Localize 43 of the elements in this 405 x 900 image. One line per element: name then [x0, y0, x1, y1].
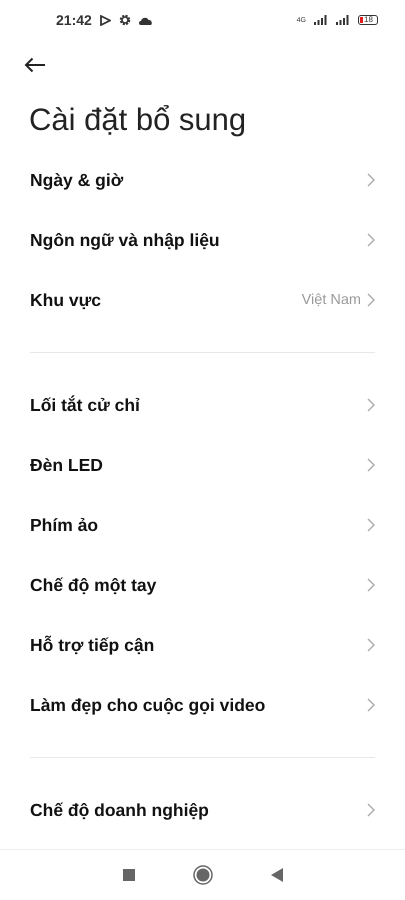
chevron-right-icon — [367, 398, 375, 412]
settings-row[interactable]: Chế độ doanh nghiệp — [0, 780, 405, 840]
page-title: Cài đặt bổ sung — [29, 101, 248, 139]
settings-label: Làm đẹp cho cuộc gọi video — [30, 694, 266, 716]
settings-value: Việt Nam — [302, 292, 361, 308]
play-icon — [100, 14, 111, 26]
settings-row[interactable]: Lối tắt cử chỉ — [0, 375, 405, 435]
back-icon[interactable] — [270, 868, 282, 882]
cloud-icon — [138, 16, 153, 24]
recents-icon[interactable] — [122, 869, 134, 881]
signal-icon — [336, 15, 350, 25]
settings-label: Phím ảo — [30, 514, 100, 536]
chevron-right-icon — [367, 578, 375, 592]
settings-label: Chế độ doanh nghiệp — [30, 800, 210, 820]
settings-label: Chế độ một tay — [30, 574, 158, 596]
chevron-right-icon — [367, 638, 375, 652]
chevron-right-icon — [367, 803, 375, 817]
settings-label: Khu vực — [30, 290, 102, 310]
chevron-right-icon — [367, 518, 375, 532]
battery-level: 18 — [364, 16, 373, 24]
signal-icon — [314, 15, 328, 25]
settings-label: Lối tắt cử chỉ — [30, 394, 141, 416]
settings-row[interactable]: Khu vực Việt Nam — [0, 270, 405, 330]
chevron-right-icon — [367, 233, 375, 247]
home-icon[interactable] — [192, 865, 212, 885]
settings-row[interactable]: Đèn LED — [0, 435, 405, 495]
chevron-right-icon — [367, 173, 375, 187]
chevron-right-icon — [367, 698, 375, 712]
settings-label: Ngày & giờ — [30, 170, 124, 190]
gear-icon — [118, 14, 131, 26]
settings-row[interactable]: Ngôn ngữ và nhập liệu — [0, 210, 405, 270]
back-arrow-icon — [24, 57, 46, 73]
settings-label: Ngôn ngữ và nhập liệu — [30, 230, 221, 250]
settings-row[interactable]: Làm đẹp cho cuộc gọi video — [0, 675, 405, 735]
settings-row[interactable]: Ngày & giờ — [0, 150, 405, 210]
chevron-right-icon — [367, 458, 375, 472]
chevron-right-icon — [367, 293, 375, 307]
settings-label: Đèn LED — [30, 454, 104, 476]
settings-row[interactable]: Hỗ trợ tiếp cận — [0, 615, 405, 675]
settings-row[interactable]: Phím ảo — [0, 495, 405, 555]
status-time: 21:42 — [56, 12, 92, 28]
settings-row[interactable]: Chế độ một tay — [0, 555, 405, 615]
settings-label: Hỗ trợ tiếp cận — [30, 634, 156, 656]
